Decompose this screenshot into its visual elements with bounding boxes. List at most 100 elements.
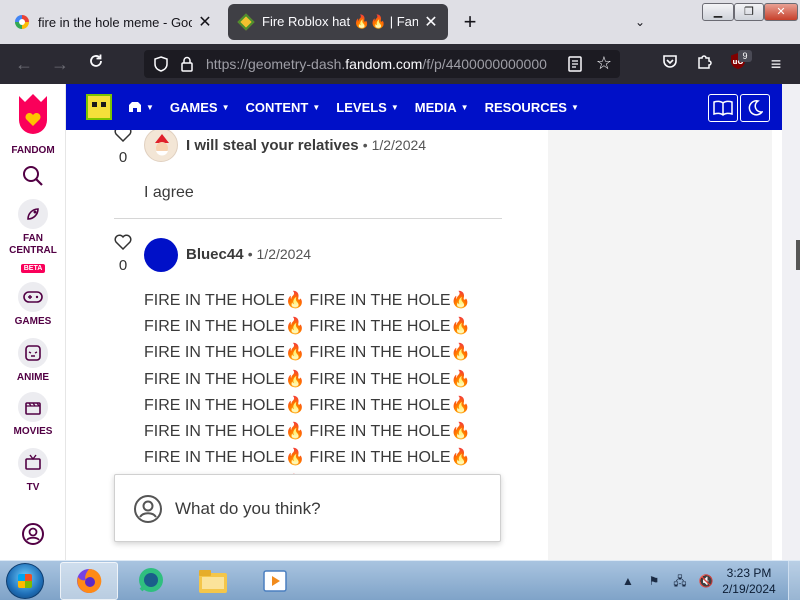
nav-games[interactable]: GAMES ▼ xyxy=(170,100,230,115)
wiki-nav-menu: ▼ GAMES ▼ CONTENT ▼ LEVELS ▼ MEDIA ▼ RESOURC… xyxy=(128,84,595,130)
like-count: 0 xyxy=(118,149,128,166)
explore-menu[interactable]: ▼ xyxy=(128,101,154,113)
nav-levels[interactable]: LEVELS ▼ xyxy=(336,100,399,115)
url-host: fandom.com xyxy=(345,56,423,72)
comment-date: • 1/2/2024 xyxy=(363,137,426,153)
rail-item-movies[interactable]: MOVIES xyxy=(0,392,66,438)
close-tab-icon[interactable]: ✕ xyxy=(424,12,438,32)
list-all-tabs-icon[interactable]: ⌄ xyxy=(630,12,650,32)
pocket-icon[interactable] xyxy=(658,52,682,76)
media-player-icon xyxy=(263,570,287,592)
nav-media[interactable]: MEDIA ▼ xyxy=(415,100,469,115)
nav-label: GAMES xyxy=(169,99,218,115)
like-count: 0 xyxy=(118,257,128,274)
comment-author[interactable]: Bluec44 • 1/2/2024 xyxy=(186,246,311,263)
separator: • xyxy=(247,246,253,262)
show-hidden-icons-icon[interactable]: ▲ xyxy=(620,573,636,589)
extension-badge-count: 9 xyxy=(738,50,752,62)
action-center-flag-icon[interactable]: ⚑ xyxy=(646,573,662,589)
reader-view-icon[interactable] xyxy=(566,55,584,73)
comment-body: FIRE IN THE HOLE🔥 FIRE IN THE HOLE🔥 FIRE… xyxy=(144,292,471,492)
tracking-protection-shield-icon[interactable] xyxy=(152,55,170,73)
like-button[interactable]: 0 xyxy=(112,130,134,166)
lock-icon[interactable] xyxy=(178,55,196,73)
nav-content[interactable]: CONTENT ▼ xyxy=(246,100,321,115)
fandom-home-link[interactable]: FANDOM xyxy=(0,92,66,157)
tab-fandom[interactable]: Fire Roblox hat 🔥🔥 | Fandom ✕ xyxy=(228,4,448,40)
fandom-logo-icon xyxy=(19,94,47,134)
dark-mode-button[interactable] xyxy=(740,94,770,122)
beta-badge: BETA xyxy=(20,264,46,273)
nav-resources[interactable]: RESOURCES ▼ xyxy=(485,100,579,115)
rail-user-account[interactable] xyxy=(0,522,66,551)
media-player-taskbar-button[interactable] xyxy=(246,562,304,600)
avatar[interactable] xyxy=(144,130,178,162)
santa-avatar-icon xyxy=(155,134,169,156)
restore-button[interactable]: ❐ xyxy=(734,3,764,21)
browser-tab-strip: fire in the hole meme - Google ✕ Fire Ro… xyxy=(0,0,800,44)
rail-item-label: TV xyxy=(26,482,40,493)
scrollbar-thumb[interactable] xyxy=(796,240,800,270)
close-tab-icon[interactable]: ✕ xyxy=(198,12,212,32)
like-button[interactable]: 0 xyxy=(112,234,134,274)
rail-item-games[interactable]: GAMES xyxy=(0,282,66,328)
avatar[interactable] xyxy=(144,238,178,272)
close-window-button[interactable]: ✕ xyxy=(764,3,798,21)
tab-title: Fire Roblox hat 🔥🔥 | Fandom xyxy=(262,14,418,29)
minimize-button[interactable]: ▁ xyxy=(702,3,734,21)
forward-arrow-icon[interactable]: → xyxy=(48,52,72,76)
file-explorer-taskbar-button[interactable] xyxy=(184,562,242,600)
volume-muted-icon[interactable]: 🔇 xyxy=(698,573,714,589)
explore-icon xyxy=(129,102,141,112)
bookmark-star-icon[interactable]: ☆ xyxy=(594,53,614,73)
moon-icon xyxy=(748,100,763,116)
gamepad-icon xyxy=(18,282,48,312)
search-icon xyxy=(23,166,43,186)
extensions-puzzle-icon[interactable] xyxy=(692,52,716,76)
user-avatar-icon xyxy=(134,495,162,523)
comment-author[interactable]: I will steal your relatives • 1/2/2024 xyxy=(186,137,426,154)
fandom-global-navigation: FANDOM FAN CENTRAL BETA GAMES ANIME MOVI… xyxy=(0,84,66,560)
url-prefix: https://geometry-dash. xyxy=(206,56,346,72)
clock-time: 3:23 PM xyxy=(726,566,772,580)
back-arrow-icon[interactable]: ← xyxy=(12,52,36,76)
start-button[interactable] xyxy=(6,563,44,599)
chat-app-taskbar-button[interactable] xyxy=(122,562,180,600)
folder-icon xyxy=(199,570,227,593)
nav-label: RESOURCES xyxy=(484,99,567,115)
comment-body: I agree xyxy=(144,184,194,201)
system-tray: ▲ ⚑ 🖧 🔇 xyxy=(620,561,724,600)
firefox-icon xyxy=(77,568,102,593)
tv-icon xyxy=(18,448,48,478)
menu-hamburger-icon[interactable]: ≡ xyxy=(764,52,788,76)
reload-icon[interactable] xyxy=(84,52,108,76)
right-rail xyxy=(548,130,772,560)
network-icon[interactable]: 🖧 xyxy=(672,573,688,589)
rail-item-anime[interactable]: ANIME xyxy=(0,338,66,384)
rail-item-label: GAMES xyxy=(14,316,52,327)
reading-mode-button[interactable] xyxy=(708,94,738,122)
date-text: 1/2/2024 xyxy=(256,246,312,262)
show-desktop-button[interactable] xyxy=(788,561,800,600)
system-clock[interactable]: 3:23 PM 2/19/2024 xyxy=(716,565,782,597)
page-scrollbar[interactable] xyxy=(782,130,800,560)
reply-input[interactable]: What do you think? xyxy=(114,474,501,542)
comment-divider xyxy=(114,218,502,219)
url-bar[interactable]: https://geometry-dash.fandom.com/f/p/440… xyxy=(144,50,620,78)
fandom-label: FANDOM xyxy=(11,145,55,156)
nav-label: MEDIA xyxy=(414,99,457,115)
new-tab-button[interactable]: + xyxy=(458,8,482,36)
rail-search[interactable] xyxy=(0,164,66,193)
clapperboard-icon xyxy=(18,392,48,422)
username-text: Bluec44 xyxy=(186,246,244,263)
geometry-dash-wiki-logo[interactable] xyxy=(86,94,112,120)
heart-icon xyxy=(114,234,132,251)
caret-icon: ▼ xyxy=(570,102,579,112)
rail-item-tv[interactable]: TV xyxy=(0,448,66,494)
rail-item-label: ANIME xyxy=(16,372,50,383)
caret-icon: ▼ xyxy=(390,102,399,112)
anime-face-icon xyxy=(18,338,48,368)
rail-item-fan-central[interactable]: FAN CENTRAL BETA xyxy=(0,199,66,275)
tab-google-search[interactable]: fire in the hole meme - Google ✕ xyxy=(4,4,222,40)
firefox-taskbar-button[interactable] xyxy=(60,562,118,600)
